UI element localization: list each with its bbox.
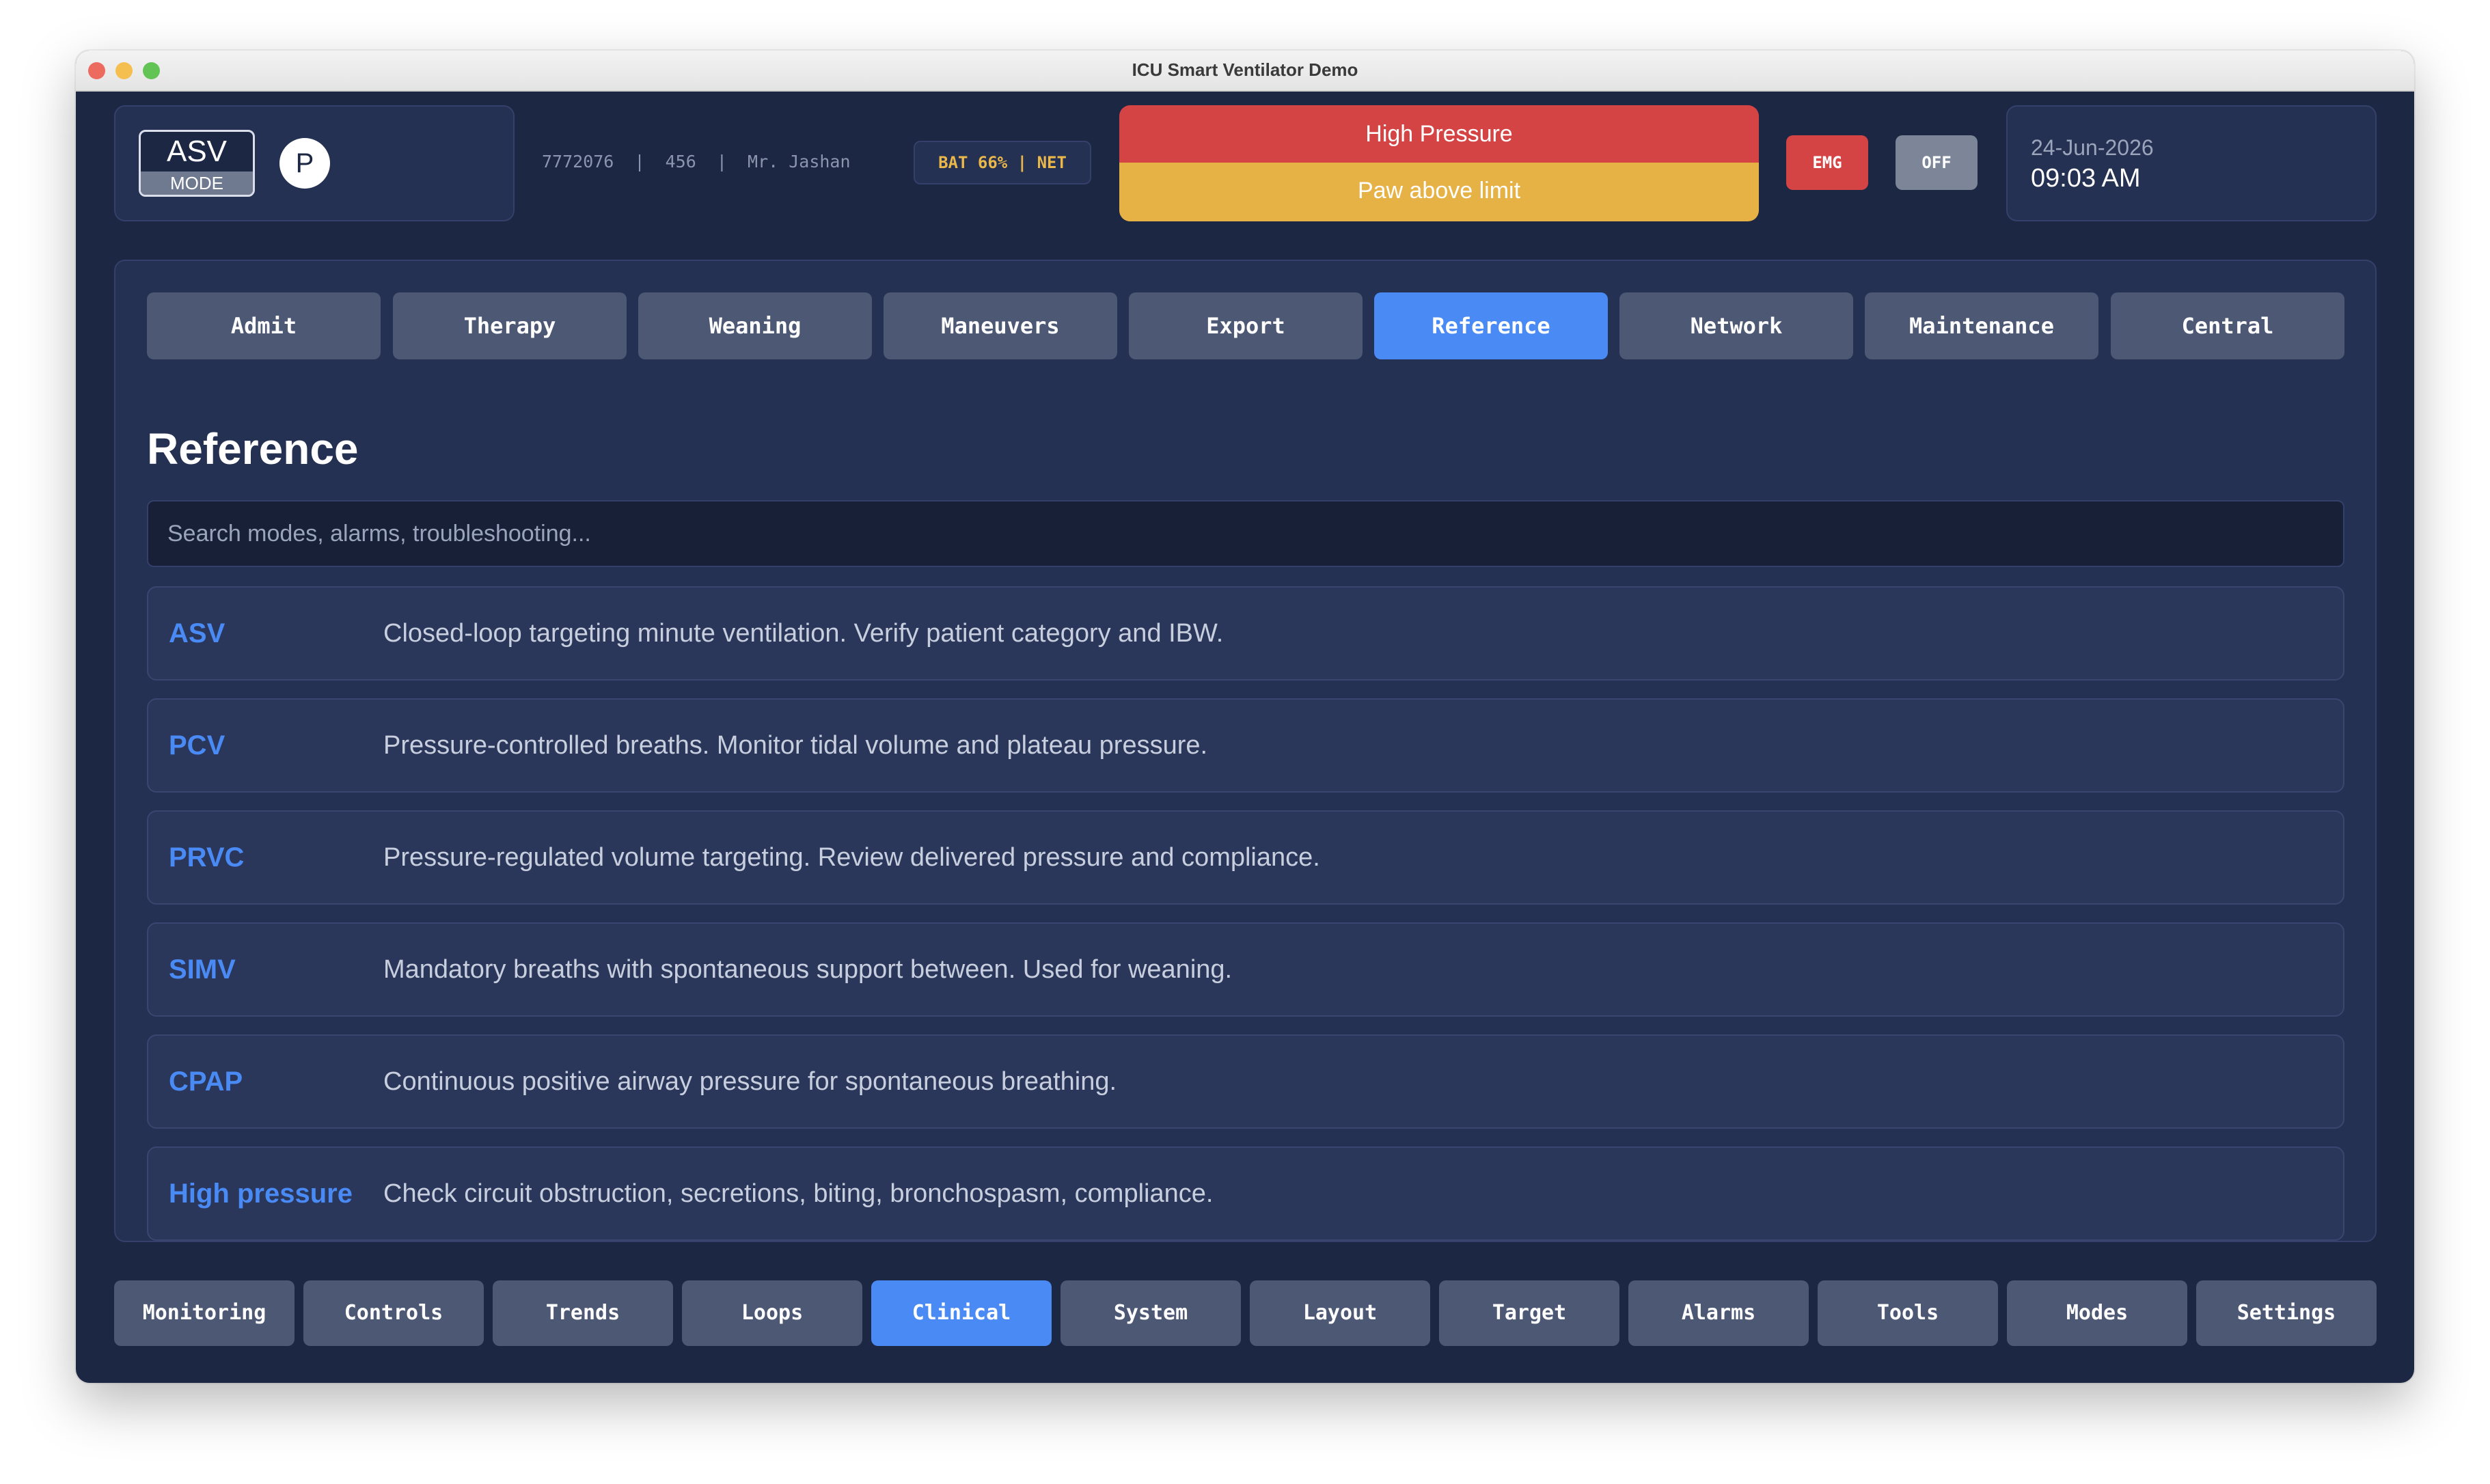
reference-description: Check circuit obstruction, secretions, b…	[383, 1179, 1214, 1208]
tab-weaning[interactable]: Weaning	[638, 292, 872, 359]
reference-item-pcv[interactable]: PCV Pressure-controlled breaths. Monitor…	[147, 698, 2344, 793]
reference-term: SIMV	[169, 954, 236, 985]
reference-item-simv[interactable]: SIMV Mandatory breaths with spontaneous …	[147, 922, 2344, 1017]
nav-tools[interactable]: Tools	[1818, 1280, 1998, 1346]
nav-system[interactable]: System	[1061, 1280, 1241, 1346]
nav-layout[interactable]: Layout	[1250, 1280, 1430, 1346]
nav-monitoring[interactable]: Monitoring	[114, 1280, 295, 1346]
alarm-paw-above-limit[interactable]: Paw above limit	[1119, 163, 1759, 221]
tab-admit[interactable]: Admit	[147, 292, 381, 359]
window-title: ICU Smart Ventilator Demo	[1132, 59, 1358, 80]
nav-alarms[interactable]: Alarms	[1628, 1280, 1809, 1346]
reference-description: Continuous positive airway pressure for …	[383, 1067, 1117, 1096]
clinical-panel: Admit Therapy Weaning Maneuvers Export R…	[114, 260, 2377, 1242]
alarm-high-pressure[interactable]: High Pressure	[1119, 105, 1759, 163]
mode-badge[interactable]: ASV MODE	[139, 130, 255, 197]
tab-therapy[interactable]: Therapy	[393, 292, 627, 359]
nav-trends[interactable]: Trends	[493, 1280, 673, 1346]
reference-description: Mandatory breaths with spontaneous suppo…	[383, 955, 1233, 984]
reference-description: Pressure-controlled breaths. Monitor tid…	[383, 731, 1208, 760]
reference-term: PCV	[169, 730, 225, 760]
nav-modes[interactable]: Modes	[2007, 1280, 2187, 1346]
current-time: 09:03 AM	[2031, 164, 2141, 193]
alarm-banner[interactable]: High Pressure Paw above limit	[1119, 105, 1759, 221]
reference-description: Pressure-regulated volume targeting. Rev…	[383, 843, 1320, 872]
nav-clinical[interactable]: Clinical	[871, 1280, 1052, 1346]
patient-info: 7772076 | 456 | Mr. Jashan	[542, 152, 851, 171]
current-date: 24-Jun-2026	[2031, 135, 2154, 160]
reference-term: CPAP	[169, 1067, 243, 1097]
reference-item-high-pressure[interactable]: High pressure Check circuit obstruction,…	[147, 1146, 2344, 1241]
app-window: ICU Smart Ventilator Demo ASV MODE P 777…	[76, 51, 2414, 1383]
tab-maintenance[interactable]: Maintenance	[1865, 292, 2098, 359]
tab-export[interactable]: Export	[1129, 292, 1363, 359]
tab-central[interactable]: Central	[2111, 292, 2344, 359]
reference-term: ASV	[169, 618, 225, 648]
mode-label: MODE	[141, 171, 253, 195]
profile-avatar[interactable]: P	[279, 138, 330, 189]
reference-item-cpap[interactable]: CPAP Continuous positive airway pressure…	[147, 1034, 2344, 1129]
tab-reference[interactable]: Reference	[1374, 292, 1608, 359]
reference-search-input[interactable]	[147, 500, 2344, 567]
reference-term: High pressure	[169, 1179, 353, 1209]
tab-network[interactable]: Network	[1619, 292, 1853, 359]
nav-settings[interactable]: Settings	[2196, 1280, 2377, 1346]
nav-controls[interactable]: Controls	[303, 1280, 484, 1346]
nav-target[interactable]: Target	[1439, 1280, 1619, 1346]
off-button[interactable]: OFF	[1896, 135, 1978, 190]
emergency-button[interactable]: EMG	[1786, 135, 1868, 190]
reference-item-asv[interactable]: ASV Closed-loop targeting minute ventila…	[147, 586, 2344, 681]
reference-term: PRVC	[169, 842, 245, 872]
title-bar: ICU Smart Ventilator Demo	[76, 51, 2414, 92]
datetime-panel: 24-Jun-2026 09:03 AM	[2006, 105, 2377, 221]
nav-loops[interactable]: Loops	[682, 1280, 862, 1346]
mode-name: ASV	[166, 135, 228, 168]
section-title: Reference	[147, 424, 359, 473]
tab-maneuvers[interactable]: Maneuvers	[884, 292, 1117, 359]
battery-network-status: BAT 66% | NET	[914, 141, 1091, 184]
reference-item-prvc[interactable]: PRVC Pressure-regulated volume targeting…	[147, 810, 2344, 905]
mode-panel: ASV MODE P	[114, 105, 515, 221]
reference-description: Closed-loop targeting minute ventilation…	[383, 619, 1224, 648]
